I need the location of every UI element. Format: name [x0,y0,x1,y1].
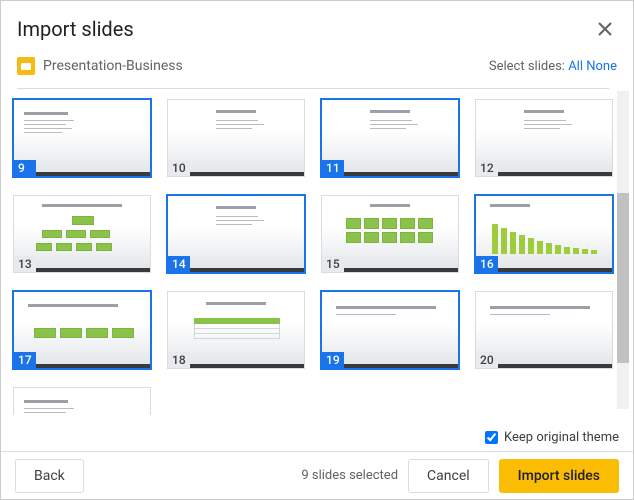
slide-number-badge: 10 [168,160,190,176]
slide-thumbnail[interactable]: 16 [475,195,613,273]
file-row: Presentation-Business [17,57,183,75]
import-button[interactable]: Import slides [499,459,619,493]
slide-thumbnail[interactable]: 10 [167,99,305,177]
slides-file-icon [17,57,35,75]
keep-theme-checkbox[interactable] [485,431,498,444]
select-none-link[interactable]: None [586,59,617,74]
slide-thumbnail[interactable]: 9 [13,99,151,177]
slide-thumbnail[interactable]: 11 [321,99,459,177]
close-button[interactable] [593,17,617,41]
slide-number-badge: 17 [14,352,36,368]
slides-grid: 9 10 11 12 13 14 15 16 17 18 19 20 21 [13,93,629,415]
slide-number-badge: 14 [168,256,190,272]
slide-thumbnail[interactable]: 12 [475,99,613,177]
keep-theme-label: Keep original theme [504,430,619,445]
selection-status: 9 slides selected [301,468,398,483]
slide-thumbnail[interactable]: 18 [167,291,305,369]
select-prefix: Select slides: [489,59,565,74]
slide-number-badge: 12 [476,160,498,176]
slide-thumbnail[interactable]: 20 [475,291,613,369]
dialog-footer: Back 9 slides selected Cancel Import sli… [1,451,633,499]
scrollbar-thumb[interactable] [617,193,629,363]
slide-number-badge: 13 [14,256,36,272]
slide-thumbnail[interactable]: 17 [13,291,151,369]
slide-canvas [14,388,150,415]
back-button[interactable]: Back [15,459,84,493]
dialog-header: Import slides [1,1,633,49]
slide-thumbnail[interactable]: 13 [13,195,151,273]
slide-number-badge: 9 [14,160,36,176]
select-all-link[interactable]: All [568,59,583,74]
slide-thumbnail[interactable]: 21 [13,387,151,415]
slide-thumbnail[interactable]: 14 [167,195,305,273]
subheader: Presentation-Business Select slides: All… [1,49,633,79]
cancel-button[interactable]: Cancel [408,459,489,493]
close-icon [598,22,612,36]
slide-number-badge: 20 [476,352,498,368]
slide-number-badge: 16 [476,256,498,272]
slide-number-badge: 15 [322,256,344,272]
keep-theme-row[interactable]: Keep original theme [485,430,619,445]
slide-number-badge: 19 [322,352,344,368]
select-slides-row: Select slides: All None [489,59,617,74]
slide-number-badge: 18 [168,352,190,368]
slide-thumbnail[interactable]: 19 [321,291,459,369]
slides-grid-wrap: 9 10 11 12 13 14 15 16 17 18 19 20 21 [1,85,633,415]
scrollbar-track[interactable] [617,91,629,409]
file-name: Presentation-Business [43,58,183,74]
dialog-title: Import slides [17,17,134,41]
slide-number-badge: 11 [322,160,344,176]
slide-thumbnail[interactable]: 15 [321,195,459,273]
